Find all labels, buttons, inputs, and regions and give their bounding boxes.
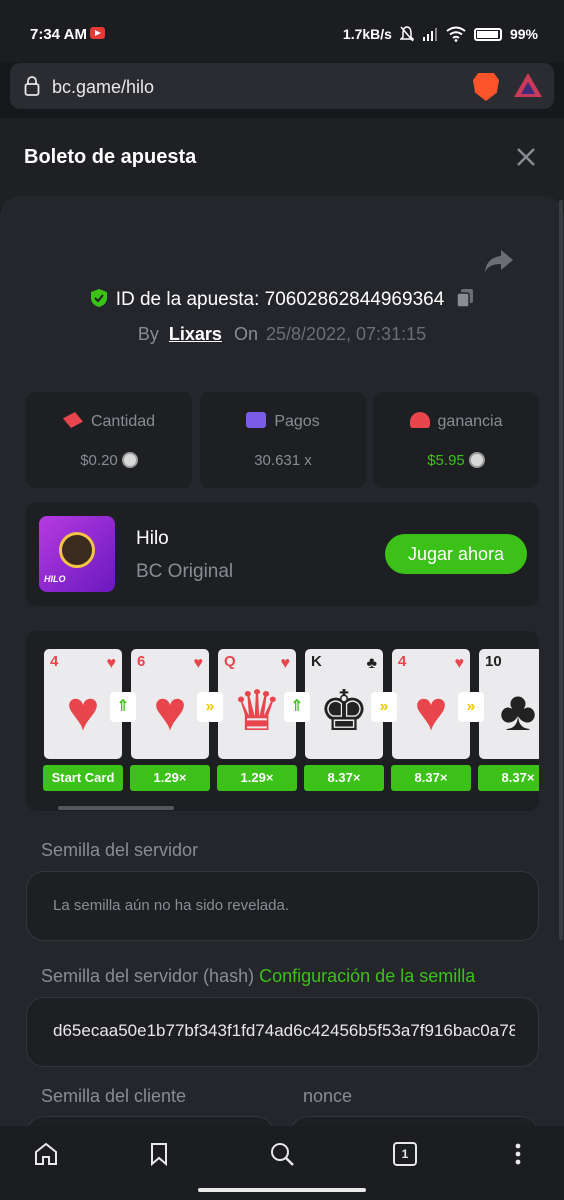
card-suit-icon: ♥ <box>454 655 465 672</box>
seed-settings-link[interactable]: Configuración de la semilla <box>259 966 475 986</box>
multiplier-badge: 8.37× <box>304 765 384 791</box>
profit-hand-icon <box>409 412 430 428</box>
card-suit-icon: ♥ <box>193 655 204 672</box>
game-name: Hilo <box>136 528 169 549</box>
gesture-home-indicator <box>198 1188 366 1192</box>
server-seed-label: Semilla del servidor <box>41 840 199 860</box>
mute-icon <box>399 26 414 42</box>
status-bar: 7:34 AM 1.7kB/s 99% <box>0 0 564 62</box>
skip-arrow-icon: » <box>371 692 397 722</box>
bet-byline: By Lixars On 25/8/2022, 07:31:15 <box>137 324 427 344</box>
hilo-game-thumbnail[interactable]: HILO <box>39 516 115 592</box>
playing-card: 10♣♣ <box>479 649 539 759</box>
address-bar[interactable]: bc.game/hilo <box>10 63 554 109</box>
youtube-notification-icon <box>90 27 105 39</box>
share-icon[interactable] <box>484 248 514 274</box>
start-card-label: Start Card <box>43 765 123 791</box>
card-rank: 10 <box>485 653 502 670</box>
bookmark-icon[interactable] <box>145 1140 173 1168</box>
close-icon[interactable] <box>512 143 540 171</box>
multiplier-badge: 8.37× <box>391 765 471 791</box>
card-suit-icon: ♥ <box>106 655 117 672</box>
network-speed: 1.7kB/s <box>342 26 392 42</box>
stat-profit: ganancia $5.95 <box>373 392 539 488</box>
battery-level: 99 <box>509 26 526 42</box>
game-provider: BC Original <box>136 561 234 582</box>
game-card: HILO Hilo BC Original Jugar ahora <box>26 502 539 606</box>
nonce-label: nonce <box>303 1086 353 1106</box>
card-history[interactable]: 4 ♥ ♥ Start Card 6 ♥ ♥ 1.29× ⇑ Q ♥ ♛ 1.29×» K ♣ ♚ 8.37× ⇑… <box>26 631 539 811</box>
server-seed-hash-label: Semilla del servidor (hash) Configuració… <box>41 966 476 986</box>
server-seed-hash-field[interactable]: d65ecaa50e1b77bf343f1fd74ad6c42456b5f53a… <box>26 997 539 1067</box>
signal-icon <box>422 28 437 41</box>
card-face-icon: ♣ <box>499 679 537 742</box>
profit-value: $5.95 <box>427 452 465 469</box>
brave-rewards-icon[interactable] <box>514 73 542 97</box>
client-seed-label: Semilla del cliente <box>41 1086 187 1106</box>
skip-arrow-icon: » <box>458 692 484 722</box>
payout-card-icon <box>246 412 267 428</box>
higher-arrow-icon: ⇑ <box>284 692 310 722</box>
litecoin-icon <box>468 452 485 468</box>
server-seed-field: La semilla aún no ha sido revelada. <box>26 871 539 941</box>
bet-date: 25/8/2022, 07:31:15 <box>265 324 427 344</box>
multiplier-badge: 1.29× <box>217 765 297 791</box>
play-now-button[interactable]: Jugar ahora <box>385 534 527 574</box>
card-rank: Q <box>224 653 236 670</box>
lock-icon <box>24 76 40 96</box>
server-seed-value: La semilla aún no ha sido revelada. <box>53 897 289 914</box>
card-rank: 4 <box>50 653 59 670</box>
card-rank: K <box>311 653 322 670</box>
home-icon[interactable] <box>32 1140 60 1168</box>
server-seed-hash-value[interactable]: d65ecaa50e1b77bf343f1fd74ad6c42456b5f53a… <box>53 1021 515 1041</box>
multiplier-badge: 8.37× <box>478 765 539 791</box>
amount-value: $0.20 <box>80 452 118 469</box>
skip-arrow-icon: » <box>197 692 223 722</box>
card-suit-icon: ♥ <box>280 655 291 672</box>
url-text[interactable]: bc.game/hilo <box>52 77 154 98</box>
more-menu-icon[interactable] <box>504 1140 532 1168</box>
card-rank: 6 <box>137 653 146 670</box>
bet-amount-icon <box>62 412 83 428</box>
status-indicators: 1.7kB/s 99% <box>342 26 538 42</box>
sheet-title: Boleto de apuesta <box>24 146 197 168</box>
litecoin-icon <box>121 452 138 468</box>
copy-icon[interactable] <box>456 288 474 308</box>
wifi-icon <box>446 26 466 42</box>
search-icon[interactable] <box>268 1140 296 1168</box>
clock: 7:34 AM <box>30 26 87 43</box>
bet-id: ID de la apuesta: 70602862844969364 <box>115 289 445 310</box>
stat-amount: Cantidad $0.20 <box>26 392 192 488</box>
payout-value: 30.631 x <box>254 452 312 469</box>
battery-icon <box>473 27 502 41</box>
verified-shield-icon <box>90 289 107 307</box>
horizontal-scrollbar[interactable] <box>58 806 174 810</box>
multiplier-badge: 1.29× <box>130 765 210 791</box>
card-rank: 4 <box>398 653 407 670</box>
tabs-button[interactable]: 1 <box>393 1142 417 1166</box>
username-link[interactable]: Lixars <box>169 324 222 344</box>
card-suit-icon: ♣ <box>366 655 378 672</box>
bet-id-row: ID de la apuesta: 70602862844969364 <box>0 288 564 312</box>
higher-arrow-icon: ⇑ <box>110 692 136 722</box>
brave-shields-icon[interactable] <box>473 73 499 101</box>
stat-payout: Pagos 30.631 x <box>200 392 366 488</box>
